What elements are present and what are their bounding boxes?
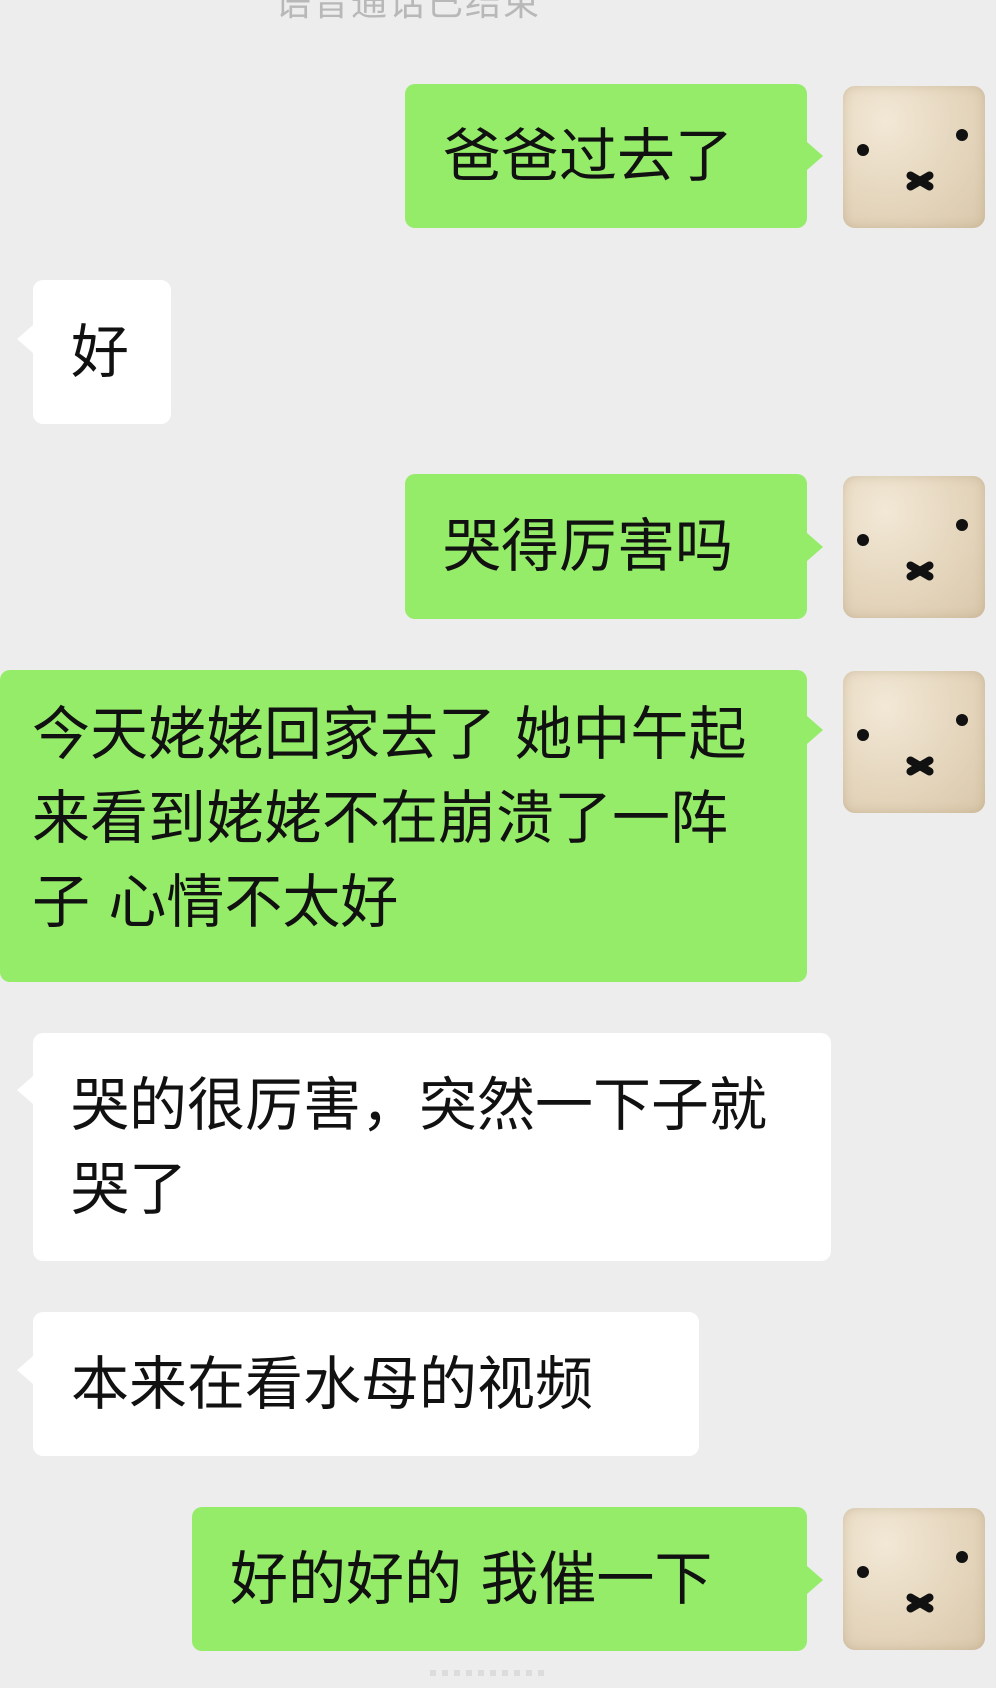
bubble-tail bbox=[17, 1356, 33, 1384]
message-bubble-incoming[interactable]: 好 bbox=[33, 280, 171, 424]
bubble-tail bbox=[807, 1566, 823, 1594]
message-bubble-outgoing[interactable]: 今天姥姥回家去了 她中午起来看到姥姥不在崩溃了一阵子 心情不太好 bbox=[0, 670, 807, 982]
avatar-eye-icon bbox=[956, 714, 968, 726]
avatar-eye-icon bbox=[857, 534, 869, 546]
avatar-eye-icon bbox=[857, 1566, 869, 1578]
avatar-eye-icon bbox=[956, 1551, 968, 1563]
avatar-eye-icon bbox=[956, 129, 968, 141]
avatar-eye-icon bbox=[956, 519, 968, 531]
avatar-eye-icon bbox=[857, 144, 869, 156]
message-bubble-incoming[interactable]: 本来在看水母的视频 bbox=[33, 1312, 699, 1456]
avatar-mouth-icon bbox=[903, 749, 937, 783]
bubble-tail bbox=[807, 142, 823, 170]
message-bubble-outgoing[interactable]: 好的好的 我催一下 bbox=[192, 1507, 807, 1651]
bubble-tail bbox=[807, 533, 823, 561]
message-bubble-outgoing[interactable]: 哭得厉害吗 bbox=[405, 474, 807, 619]
scroll-hint-divider bbox=[430, 1670, 550, 1676]
call-ended-notice: 语音通话已结束 bbox=[274, 0, 541, 24]
avatar-mouth-icon bbox=[903, 554, 937, 588]
avatar[interactable] bbox=[843, 671, 985, 813]
avatar-mouth-icon bbox=[903, 164, 937, 198]
message-bubble-incoming[interactable]: 哭的很厉害，突然一下子就哭了 bbox=[33, 1033, 831, 1261]
avatar-mouth-icon bbox=[903, 1586, 937, 1620]
bubble-tail bbox=[807, 716, 823, 744]
message-bubble-outgoing[interactable]: 爸爸过去了 bbox=[405, 84, 807, 228]
bubble-tail bbox=[17, 1076, 33, 1104]
bubble-tail bbox=[17, 325, 33, 353]
avatar[interactable] bbox=[843, 476, 985, 618]
avatar[interactable] bbox=[843, 86, 985, 228]
avatar-eye-icon bbox=[857, 729, 869, 741]
avatar[interactable] bbox=[843, 1508, 985, 1650]
